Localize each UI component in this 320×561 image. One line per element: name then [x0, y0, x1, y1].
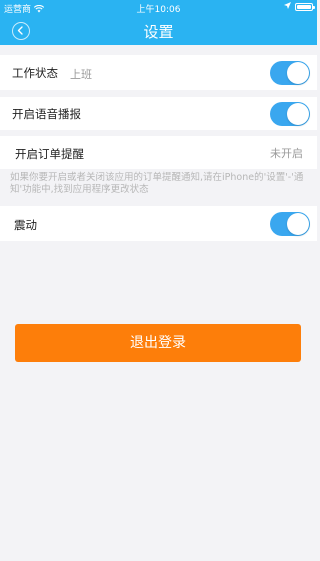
- work-status-toggle[interactable]: [270, 61, 310, 85]
- status-right: [284, 2, 315, 12]
- battery-icon: [295, 3, 315, 11]
- nav-bar: 设置: [0, 14, 317, 45]
- order-reminder-value: 未开启: [270, 147, 303, 160]
- voice-broadcast-label: 开启语音播报: [12, 107, 81, 121]
- vibrate-label: 震动: [14, 218, 37, 232]
- status-bar: 运营商 上午10:06: [0, 0, 317, 15]
- order-reminder-row[interactable]: 开启订单提醒 未开启: [0, 136, 317, 169]
- header: 运营商 上午10:06 设置: [0, 0, 317, 45]
- location-arrow-icon: [284, 2, 291, 12]
- order-reminder-hint: 如果你要开启或者关闭该应用的订单提醒通知,请在iPhone的'设置'-'通知'功…: [10, 172, 304, 195]
- voice-broadcast-row: 开启语音播报: [0, 97, 317, 130]
- toggle-knob: [287, 213, 309, 235]
- order-reminder-label: 开启订单提醒: [15, 147, 84, 161]
- work-status-label: 工作状态: [12, 66, 58, 80]
- voice-broadcast-toggle[interactable]: [270, 102, 310, 126]
- work-status-row: 工作状态 上班: [0, 55, 317, 90]
- toggle-knob: [287, 103, 309, 125]
- logout-button[interactable]: 退出登录: [15, 324, 301, 362]
- page-title: 设置: [143, 23, 174, 41]
- vibrate-toggle[interactable]: [270, 212, 310, 236]
- toggle-knob: [287, 62, 309, 84]
- work-status-value: 上班: [70, 68, 92, 81]
- battery-fill: [297, 5, 311, 9]
- vibrate-row: 震动: [0, 206, 317, 241]
